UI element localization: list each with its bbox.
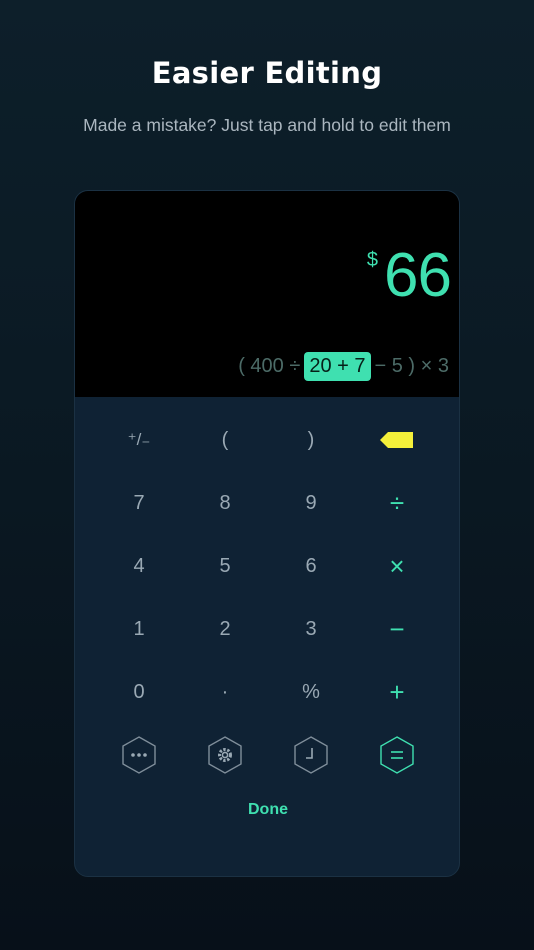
digit-7-key[interactable]: 7 — [96, 478, 182, 528]
digit-5-key[interactable]: 5 — [182, 541, 268, 591]
digit-6-key[interactable]: 6 — [268, 541, 354, 591]
open-paren-key[interactable]: ( — [182, 415, 268, 465]
backspace-key[interactable] — [354, 415, 440, 465]
digit-4-key[interactable]: 4 — [96, 541, 182, 591]
multiply-key[interactable]: × — [354, 541, 440, 591]
settings-button[interactable] — [182, 730, 268, 780]
calculator-screen: $ 66 ( 400 ÷ 20 + 7 − 5 ) × 3 ⁺/₋ ( ) 7 … — [74, 190, 460, 877]
minus-key[interactable]: − — [354, 604, 440, 654]
more-button[interactable] — [96, 730, 182, 780]
page-subtitle: Made a mistake? Just tap and hold to edi… — [83, 115, 451, 135]
page-title: Easier Editing — [151, 56, 383, 90]
digit-8-key[interactable]: 8 — [182, 478, 268, 528]
backspace-icon — [380, 432, 413, 448]
close-paren-key[interactable]: ) — [268, 415, 354, 465]
percent-key[interactable]: % — [268, 667, 354, 717]
result-readout: $ 66 — [366, 241, 452, 311]
expression-before[interactable]: ( 400 ÷ — [238, 355, 300, 378]
divide-key[interactable]: ÷ — [354, 478, 440, 528]
expression-after[interactable]: − 5 ) × 3 — [375, 355, 450, 378]
digit-3-key[interactable]: 3 — [268, 604, 354, 654]
digit-0-key[interactable]: 0 — [96, 667, 182, 717]
digit-2-key[interactable]: 2 — [182, 604, 268, 654]
more-icon — [122, 736, 156, 774]
expression-selected-segment[interactable]: 20 + 7 — [304, 352, 371, 381]
done-button[interactable]: Done — [75, 801, 459, 819]
equals-button[interactable] — [354, 730, 440, 780]
plus-minus-key[interactable]: ⁺/₋ — [96, 415, 182, 465]
plus-key[interactable]: + — [354, 667, 440, 717]
result-value: 66 — [384, 241, 452, 310]
decimal-key[interactable]: · — [182, 667, 268, 717]
digit-1-key[interactable]: 1 — [96, 604, 182, 654]
digit-9-key[interactable]: 9 — [268, 478, 354, 528]
currency-symbol: $ — [366, 249, 379, 271]
history-button[interactable] — [268, 730, 354, 780]
gear-icon — [208, 736, 242, 774]
history-icon — [294, 736, 328, 774]
calculator-display: $ 66 ( 400 ÷ 20 + 7 − 5 ) × 3 — [75, 191, 459, 397]
equals-icon — [380, 736, 414, 774]
expression-line[interactable]: ( 400 ÷ 20 + 7 − 5 ) × 3 — [238, 352, 449, 381]
